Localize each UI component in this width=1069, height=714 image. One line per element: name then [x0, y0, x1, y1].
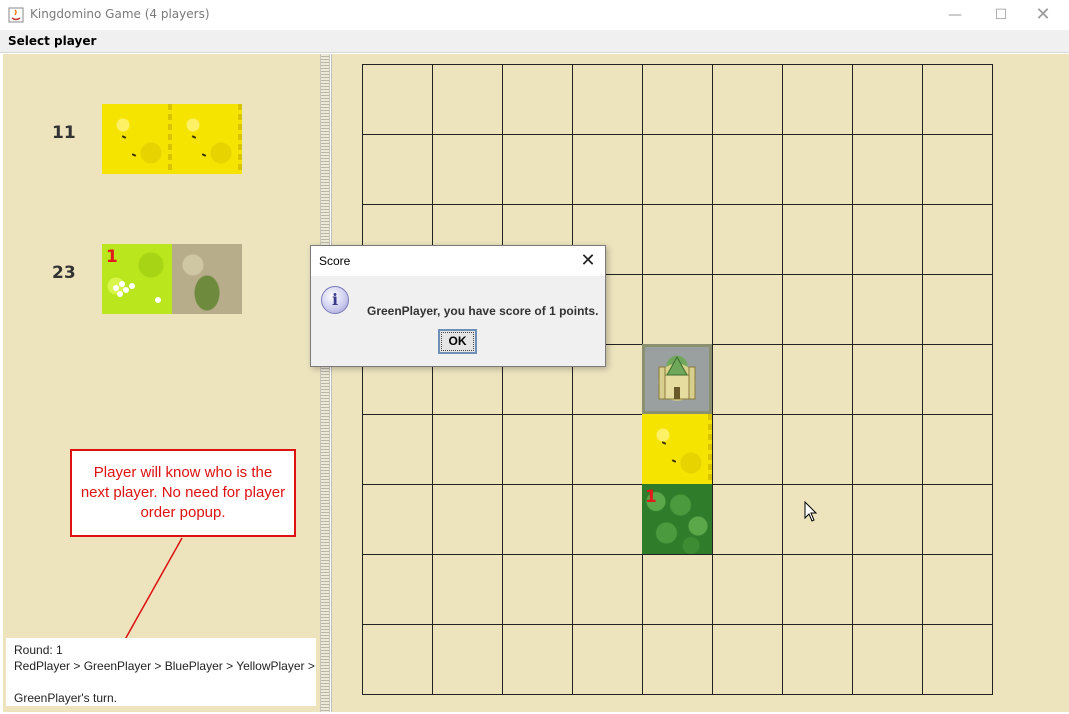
castle-tile	[642, 344, 712, 414]
forest-tile: 1	[642, 484, 712, 554]
player-order-label: RedPlayer > GreenPlayer > BluePlayer > Y…	[14, 659, 315, 673]
meadow-tile: 1	[102, 244, 172, 314]
score-dialog: Score ✕ i GreenPlayer, you have score of…	[310, 245, 606, 367]
menu-bar: Select player	[0, 30, 1069, 53]
maximize-icon[interactable]: ☐	[978, 0, 1024, 30]
annotation-callout: Player will know who is the next player.…	[70, 449, 296, 537]
seed-mark	[131, 153, 137, 157]
wheat-tile	[172, 104, 242, 174]
panel-splitter[interactable]	[320, 54, 330, 712]
minimize-icon[interactable]: —	[932, 0, 978, 30]
domino-11[interactable]	[102, 104, 242, 174]
seed-mark	[191, 135, 197, 139]
turn-label: GreenPlayer's turn.	[14, 691, 118, 705]
annotation-text: Player will know who is the next player.…	[80, 464, 286, 521]
ok-button[interactable]: OK	[438, 329, 477, 354]
java-app-icon	[8, 7, 24, 23]
close-icon[interactable]: ✕	[1020, 0, 1066, 30]
crown-count: 1	[645, 487, 657, 507]
dialog-close-icon[interactable]: ✕	[577, 250, 599, 272]
info-icon: i	[321, 286, 349, 314]
game-status-panel: Round: 1 RedPlayer > GreenPlayer > BlueP…	[6, 638, 316, 706]
select-player-label[interactable]: Select player	[8, 34, 96, 48]
domino-number: 23	[52, 263, 76, 283]
wheat-tile	[102, 104, 172, 174]
seed-mark	[121, 135, 127, 139]
seed-mark	[201, 153, 207, 157]
domino-number: 11	[52, 123, 76, 143]
seed-mark	[661, 441, 667, 445]
sheep-icon	[113, 281, 161, 303]
dialog-title: Score	[319, 254, 351, 268]
domino-23[interactable]: 1	[102, 244, 242, 314]
ok-button-label: OK	[441, 332, 474, 351]
dialog-titlebar: Score ✕	[311, 246, 605, 276]
wheat-tile	[642, 414, 712, 484]
dialog-message: GreenPlayer, you have score of 1 points.	[367, 304, 599, 318]
window-title: Kingdomino Game (4 players)	[30, 7, 210, 21]
round-label: Round: 1	[14, 643, 63, 657]
castle-icon	[658, 355, 696, 400]
seed-mark	[671, 459, 677, 463]
window-titlebar: Kingdomino Game (4 players) — ☐ ✕	[0, 0, 1069, 30]
mouse-cursor-icon	[804, 501, 818, 522]
swamp-tile	[172, 244, 242, 314]
